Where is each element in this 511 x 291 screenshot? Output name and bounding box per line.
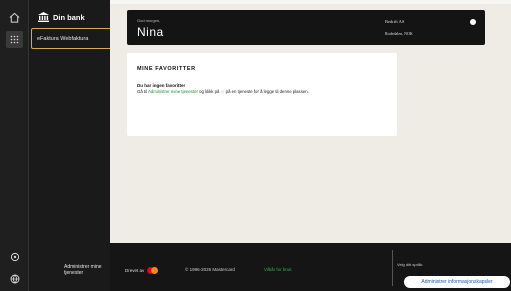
sidebar-item-efaktura[interactable]: eFaktura Webfaktura [31, 28, 119, 49]
copyright: © 1996-2026 Mastercard [185, 267, 235, 272]
favorites-text-middle: og klikk på [197, 89, 221, 94]
greeting-name: Nina [137, 25, 164, 39]
greeting-banner: God morgen, Nina Bedrift AS Rodedalen, N… [127, 10, 485, 45]
bank-header[interactable]: Din bank [38, 12, 85, 22]
terms-link[interactable]: Vilkår for bruk [264, 267, 292, 272]
manage-services-link[interactable]: Administrer mine tjenester [64, 264, 110, 276]
top-strip [110, 0, 511, 4]
manage-services-inline-link[interactable]: Administrer mine tjenester [148, 89, 198, 94]
language-label: Velg ditt språk: [397, 262, 424, 267]
apps-grid-icon[interactable] [6, 31, 23, 48]
cookie-settings-button[interactable]: Administrer informasjonskapsler [404, 276, 510, 288]
settings-icon[interactable] [6, 248, 23, 265]
favorites-title: MINE FAVORITTER [137, 66, 196, 72]
bank-label: Din bank [53, 12, 85, 22]
favorites-text-before: Gå til [137, 89, 148, 94]
footer-divider [392, 250, 393, 286]
bank-icon [38, 12, 49, 22]
powered-by-label: Drevet av [125, 268, 145, 273]
favorites-text-after: på en tjeneste for å legge til denne pla… [224, 89, 309, 94]
mastercard-logo [147, 267, 159, 274]
company-name: Bedrift AS [385, 19, 405, 24]
favorites-empty-heading: Du har ingen favoritter [137, 83, 186, 88]
favorites-card: MINE FAVORITTER Du har ingen favoritter … [127, 53, 397, 136]
greeting-salutation: God morgen, [137, 18, 161, 23]
icon-rail [0, 0, 29, 291]
favorites-empty-text: Gå til Administrer mine tjenester og kli… [137, 89, 309, 95]
home-icon[interactable] [6, 9, 23, 26]
sidebar: Din bank eFaktura Webfaktura ‹ Administr… [29, 0, 129, 291]
powered-by: Drevet av [125, 267, 159, 274]
globe-icon[interactable] [6, 270, 23, 287]
company-currency: Rodedalen, NOK [385, 31, 413, 36]
info-icon[interactable] [470, 19, 476, 25]
